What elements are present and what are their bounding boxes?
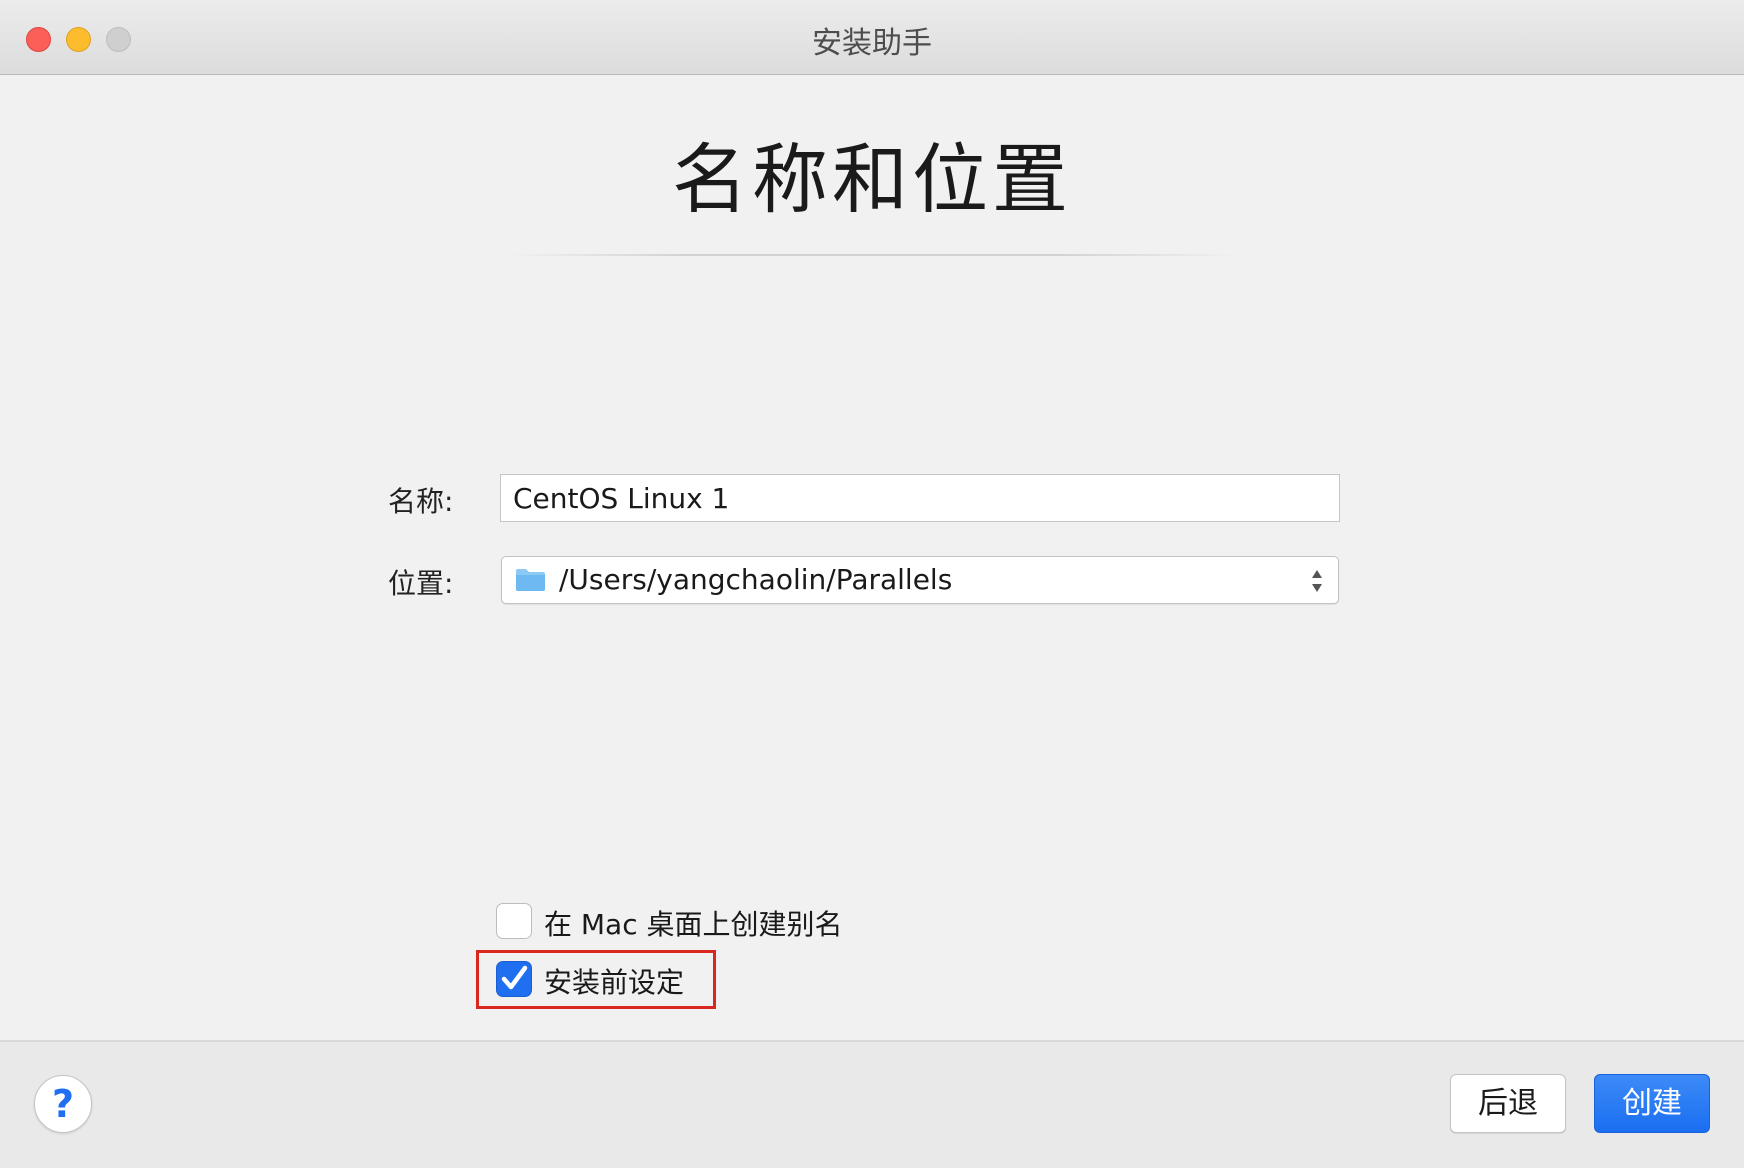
alias-label: 在 Mac 桌面上创建别名 [544,908,843,941]
create-button[interactable]: 创建 [1594,1074,1710,1133]
window-title: 安装助手 [812,26,932,61]
alias-checkbox[interactable] [496,903,532,939]
location-select[interactable]: /Users/yangchaolin/Parallels [501,556,1339,604]
highlight-box [476,950,716,1009]
title-divider [505,254,1240,256]
help-button[interactable]: ? [34,1075,92,1133]
folder-icon [516,569,545,591]
name-label: 名称: [388,485,454,518]
name-input[interactable] [500,474,1340,522]
location-label: 位置: [388,567,454,600]
title-bar: 安装助手 [0,0,1744,75]
location-value: /Users/yangchaolin/Parallels [559,563,953,596]
up-down-chevron-icon [1312,570,1322,592]
back-button[interactable]: 后退 [1450,1074,1566,1133]
page-title: 名称和位置 [672,135,1072,224]
